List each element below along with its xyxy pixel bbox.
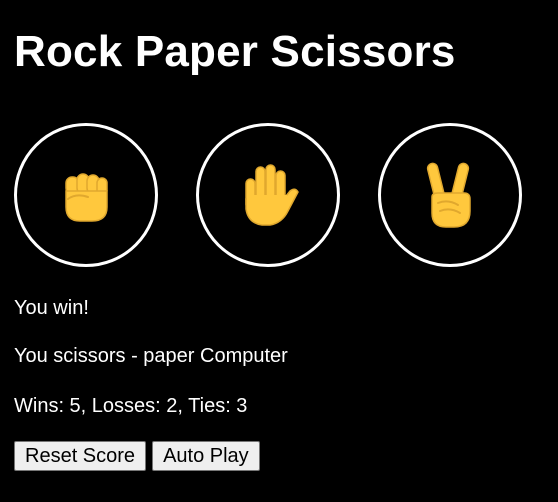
rock-button[interactable] bbox=[14, 123, 158, 267]
victory-hand-icon bbox=[426, 162, 471, 228]
raised-fist-icon bbox=[65, 173, 108, 222]
page-title: Rock Paper Scissors bbox=[14, 27, 456, 76]
moves-text: You scissors - paper Computer bbox=[14, 345, 288, 367]
control-buttons: Reset Score Auto Play bbox=[14, 441, 260, 471]
result-text: You win! bbox=[14, 297, 89, 319]
paper-button[interactable] bbox=[196, 123, 340, 267]
scissors-button[interactable] bbox=[378, 123, 522, 267]
score-text: Wins: 5, Losses: 2, Ties: 3 bbox=[14, 395, 248, 417]
auto-play-button[interactable]: Auto Play bbox=[152, 441, 260, 471]
choice-buttons bbox=[14, 123, 522, 267]
reset-score-button[interactable]: Reset Score bbox=[14, 441, 147, 471]
raised-hand-icon bbox=[245, 164, 299, 226]
